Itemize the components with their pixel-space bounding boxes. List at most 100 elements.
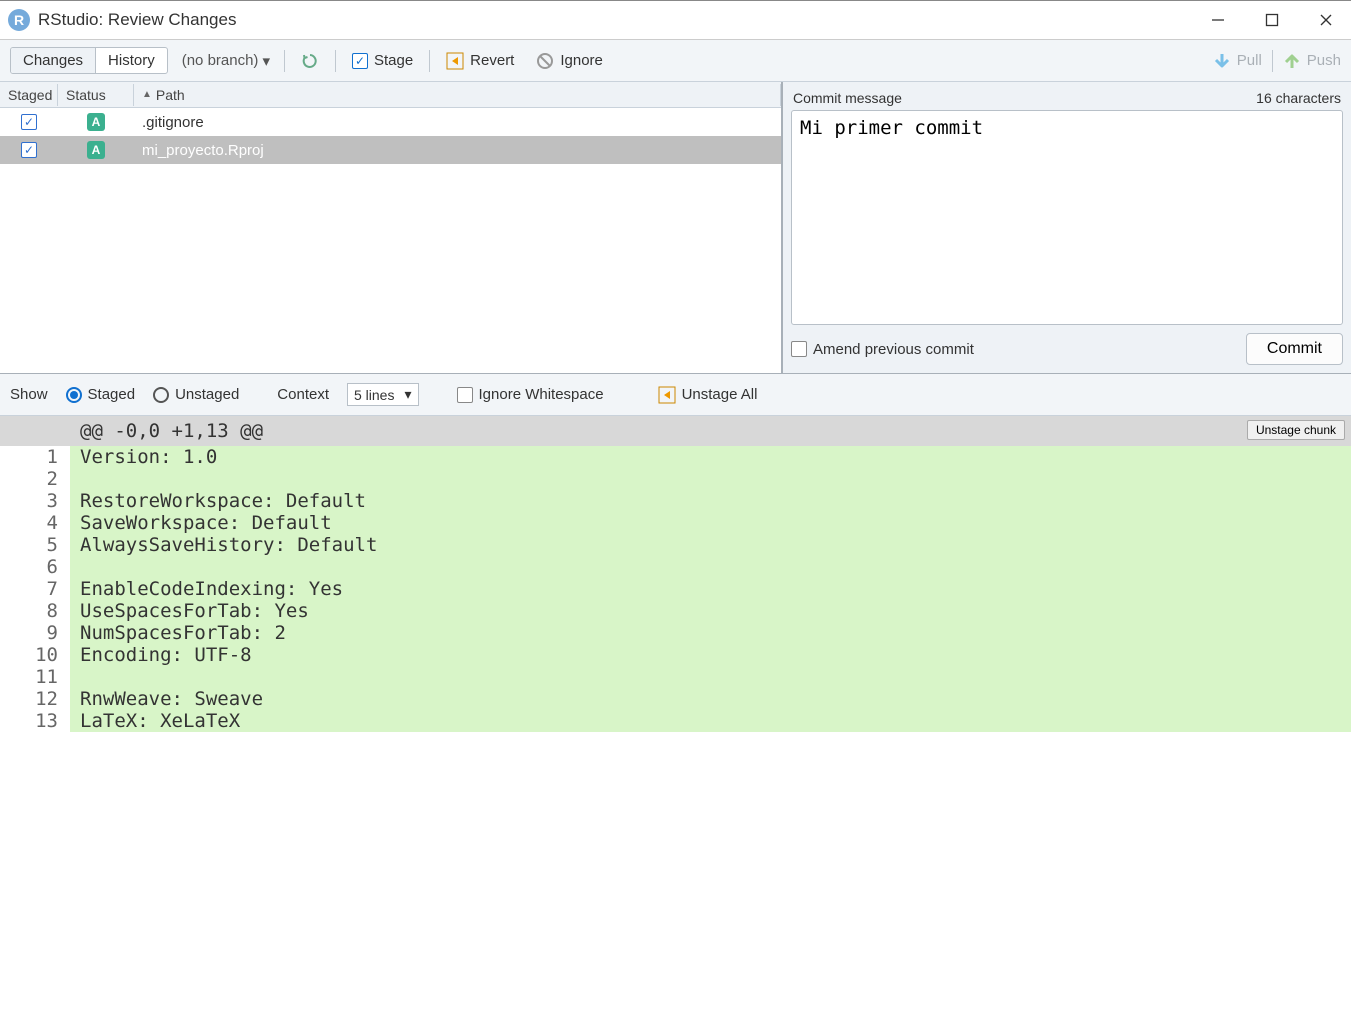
commit-message-label: Commit message: [793, 90, 902, 106]
diff-line[interactable]: 4SaveWorkspace: Default: [0, 512, 1351, 534]
chevron-down-icon: ▾: [262, 52, 270, 70]
diff-line[interactable]: 3RestoreWorkspace: Default: [0, 490, 1351, 512]
revert-button[interactable]: Revert: [440, 50, 520, 72]
ignore-whitespace-checkbox[interactable]: Ignore Whitespace: [457, 386, 604, 403]
commit-message-input[interactable]: [791, 110, 1343, 325]
separator: [284, 50, 285, 72]
line-number: 12: [0, 688, 70, 710]
line-text: RnwWeave: Sweave: [70, 688, 1351, 710]
close-button[interactable]: [1317, 11, 1335, 29]
tab-changes[interactable]: Changes: [11, 48, 95, 73]
line-number: 11: [0, 666, 70, 688]
radio-unstaged[interactable]: Unstaged: [153, 386, 239, 403]
line-text: AlwaysSaveHistory: Default: [70, 534, 1351, 556]
maximize-button[interactable]: [1263, 11, 1281, 29]
refresh-button[interactable]: [295, 50, 325, 72]
radio-staged[interactable]: Staged: [66, 386, 136, 403]
line-number: 7: [0, 578, 70, 600]
stage-button[interactable]: ✓ Stage: [346, 50, 419, 71]
minimize-button[interactable]: [1209, 11, 1227, 29]
diff-line[interactable]: 5AlwaysSaveHistory: Default: [0, 534, 1351, 556]
diff-line[interactable]: 10Encoding: UTF-8: [0, 644, 1351, 666]
ignore-label: Ignore: [560, 52, 603, 69]
column-status[interactable]: Status: [58, 84, 134, 106]
view-tabs: Changes History: [10, 47, 168, 74]
ignore-button[interactable]: Ignore: [530, 50, 609, 72]
show-label: Show: [10, 386, 48, 403]
radio-unchecked-icon: [153, 387, 169, 403]
separator: [1272, 50, 1273, 72]
pull-button[interactable]: Pull: [1213, 52, 1262, 70]
diff-line[interactable]: 12RnwWeave: Sweave: [0, 688, 1351, 710]
refresh-icon: [301, 52, 319, 70]
diff-line[interactable]: 8UseSpacesForTab: Yes: [0, 600, 1351, 622]
column-staged[interactable]: Staged: [0, 84, 58, 106]
ignore-icon: [536, 52, 554, 70]
line-text: Version: 1.0: [70, 446, 1351, 468]
line-number: 13: [0, 710, 70, 732]
staged-checkbox[interactable]: ✓: [21, 114, 37, 130]
amend-label: Amend previous commit: [813, 341, 974, 358]
diff-line[interactable]: 9NumSpacesForTab: 2: [0, 622, 1351, 644]
commit-button[interactable]: Commit: [1246, 333, 1343, 365]
diff-line[interactable]: 6: [0, 556, 1351, 578]
titlebar: R RStudio: Review Changes: [0, 0, 1351, 40]
stage-label: Stage: [374, 52, 413, 69]
pull-label: Pull: [1237, 52, 1262, 69]
status-badge: A: [87, 113, 105, 131]
file-row[interactable]: ✓ A .gitignore: [0, 108, 781, 136]
line-text: [70, 468, 1351, 490]
staged-checkbox[interactable]: ✓: [21, 142, 37, 158]
line-number: 5: [0, 534, 70, 556]
sort-ascending-icon: ▲: [142, 89, 152, 100]
context-select[interactable]: 5 lines ▾: [347, 383, 419, 406]
column-path-label: Path: [156, 87, 185, 103]
radio-staged-label: Staged: [88, 386, 136, 403]
file-list: Staged Status ▲ Path ✓ A .gitignore ✓ Ami_pr…: [0, 82, 783, 373]
line-text: LaTeX: XeLaTeX: [70, 710, 1351, 732]
diff-line[interactable]: 2: [0, 468, 1351, 490]
line-text: Encoding: UTF-8: [70, 644, 1351, 666]
tab-history[interactable]: History: [95, 48, 167, 73]
diff-line[interactable]: 1Version: 1.0: [0, 446, 1351, 468]
line-text: SaveWorkspace: Default: [70, 512, 1351, 534]
line-text: UseSpacesForTab: Yes: [70, 600, 1351, 622]
diff-line[interactable]: 11: [0, 666, 1351, 688]
separator: [335, 50, 336, 72]
hunk-header: @@ -0,0 +1,13 @@ Unstage chunk: [0, 416, 1351, 446]
push-button[interactable]: Push: [1283, 52, 1341, 70]
branch-selector[interactable]: (no branch) ▾: [178, 52, 274, 70]
radio-unstaged-label: Unstaged: [175, 386, 239, 403]
file-path: .gitignore: [134, 114, 781, 131]
branch-label: (no branch): [182, 52, 259, 69]
commit-panel: Commit message 16 characters Amend previ…: [783, 82, 1351, 373]
diff-line[interactable]: 13LaTeX: XeLaTeX: [0, 710, 1351, 732]
line-number: 8: [0, 600, 70, 622]
line-number: 6: [0, 556, 70, 578]
column-path[interactable]: ▲ Path: [134, 84, 781, 106]
checkbox-unchecked-icon: [457, 387, 473, 403]
line-text: EnableCodeIndexing: Yes: [70, 578, 1351, 600]
toolbar: Changes History (no branch) ▾ ✓ Stage Re…: [0, 40, 1351, 82]
context-label: Context: [277, 386, 329, 403]
file-path: mi_proyecto.Rproj: [134, 142, 781, 159]
pull-icon: [1213, 52, 1231, 70]
checkbox-checked-icon: ✓: [352, 53, 368, 69]
unstage-icon: [658, 386, 676, 404]
diff-line[interactable]: 7EnableCodeIndexing: Yes: [0, 578, 1351, 600]
unstage-chunk-button[interactable]: Unstage chunk: [1247, 420, 1345, 440]
line-text: [70, 556, 1351, 578]
line-number: 1: [0, 446, 70, 468]
file-row[interactable]: ✓ Ami_proyecto.Rproj: [0, 136, 781, 164]
unstage-all-button[interactable]: Unstage All: [652, 384, 764, 406]
file-list-header: Staged Status ▲ Path: [0, 82, 781, 108]
line-number: 4: [0, 512, 70, 534]
unstage-all-label: Unstage All: [682, 386, 758, 403]
push-icon: [1283, 52, 1301, 70]
line-number: 2: [0, 468, 70, 490]
amend-checkbox[interactable]: Amend previous commit: [791, 341, 974, 358]
status-badge: A: [87, 141, 105, 159]
window-title: RStudio: Review Changes: [38, 10, 1209, 30]
char-count: 16 characters: [1256, 90, 1341, 106]
line-text: [70, 666, 1351, 688]
